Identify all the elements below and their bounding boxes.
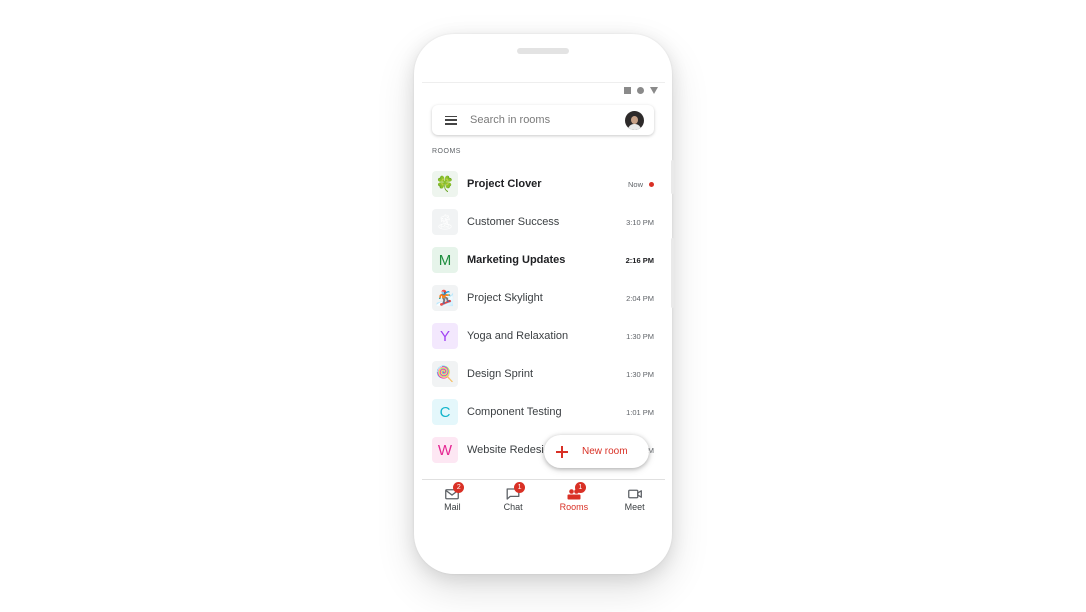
phone-frame: Search in rooms ROOMS 🍀 Project Clover N…: [414, 34, 674, 574]
home-status-icon: [637, 87, 644, 94]
room-name: Design Sprint: [467, 368, 534, 380]
lollipop-icon: 🍭: [432, 361, 458, 387]
nav-item-rooms[interactable]: 1 Rooms: [544, 480, 605, 518]
unread-badge: 2: [453, 482, 465, 493]
search-bar[interactable]: Search in rooms: [432, 105, 654, 135]
letter-y-icon: Y: [432, 323, 458, 349]
island-icon: 🏝: [432, 209, 458, 235]
letter-c-icon: C: [432, 399, 458, 425]
phone-speaker: [517, 48, 569, 54]
room-item-customer-success[interactable]: 🏝 Customer Success 3:10 PM: [422, 203, 665, 241]
status-bar: [624, 87, 658, 94]
room-name: Customer Success: [467, 216, 560, 228]
letter-m-icon: M: [432, 247, 458, 273]
unread-indicator: [649, 181, 654, 187]
nav-label: Mail: [444, 502, 461, 512]
phone-side-button: [671, 160, 674, 194]
room-name: Component Testing: [467, 406, 562, 418]
room-time: 1:30 PM: [626, 331, 654, 341]
letter-w-icon: W: [432, 437, 458, 463]
plus-icon: [556, 445, 568, 458]
room-name: Marketing Updates: [467, 254, 566, 266]
new-room-button[interactable]: New room: [544, 435, 649, 468]
unread-badge: 1: [514, 482, 526, 493]
room-item-project-clover[interactable]: 🍀 Project Clover Now: [422, 165, 665, 203]
nav-item-chat[interactable]: 1 Chat: [483, 480, 544, 518]
avatar[interactable]: [625, 110, 644, 130]
mail-icon: 2: [445, 482, 465, 500]
video-icon: [627, 487, 642, 499]
nav-item-meet[interactable]: Meet: [604, 480, 665, 518]
chat-icon: 1: [506, 482, 526, 500]
room-name: Project Clover: [467, 178, 542, 190]
hamburger-menu-icon[interactable]: [445, 115, 457, 125]
recents-status-icon: [624, 87, 631, 94]
signal-status-icon: [650, 87, 658, 94]
app-screen: Search in rooms ROOMS 🍀 Project Clover N…: [422, 82, 665, 518]
room-item-design-sprint[interactable]: 🍭 Design Sprint 1:30 PM: [422, 355, 665, 393]
nav-label: Meet: [624, 502, 645, 512]
nav-label: Chat: [503, 502, 523, 512]
rooms-icon: 1: [567, 482, 586, 500]
room-item-component-testing[interactable]: C Component Testing 1:01 PM: [422, 393, 665, 431]
room-item-marketing-updates[interactable]: M Marketing Updates 2:16 PM: [422, 241, 665, 279]
room-name: Project Skylight: [467, 292, 543, 304]
new-room-label: New room: [582, 446, 628, 457]
room-time: 3:10 PM: [626, 217, 654, 227]
clover-icon: 🍀: [432, 171, 458, 197]
room-item-project-skylight[interactable]: 🏂 Project Skylight 2:04 PM: [422, 279, 665, 317]
bottom-navigation: 2 Mail 1 Chat 1 Rooms Meet: [422, 479, 665, 518]
room-list: 🍀 Project Clover Now 🏝 Customer Success …: [422, 165, 665, 469]
search-input[interactable]: Search in rooms: [470, 114, 625, 126]
room-time: Now: [627, 179, 643, 189]
nav-item-mail[interactable]: 2 Mail: [422, 480, 483, 518]
phone-side-button: [671, 238, 674, 308]
nav-label: Rooms: [559, 502, 589, 512]
room-name: Yoga and Relaxation: [467, 330, 569, 342]
room-time: 2:04 PM: [626, 293, 654, 303]
room-time: 1:01 PM: [626, 407, 654, 417]
snowboarder-icon: 🏂: [432, 285, 458, 311]
unread-badge: 1: [574, 482, 586, 493]
section-label-rooms: ROOMS: [432, 148, 461, 155]
room-time: 1:30 PM: [626, 369, 654, 379]
room-time: 2:16 PM: [625, 255, 654, 265]
room-item-yoga-and-relaxation[interactable]: Y Yoga and Relaxation 1:30 PM: [422, 317, 665, 355]
